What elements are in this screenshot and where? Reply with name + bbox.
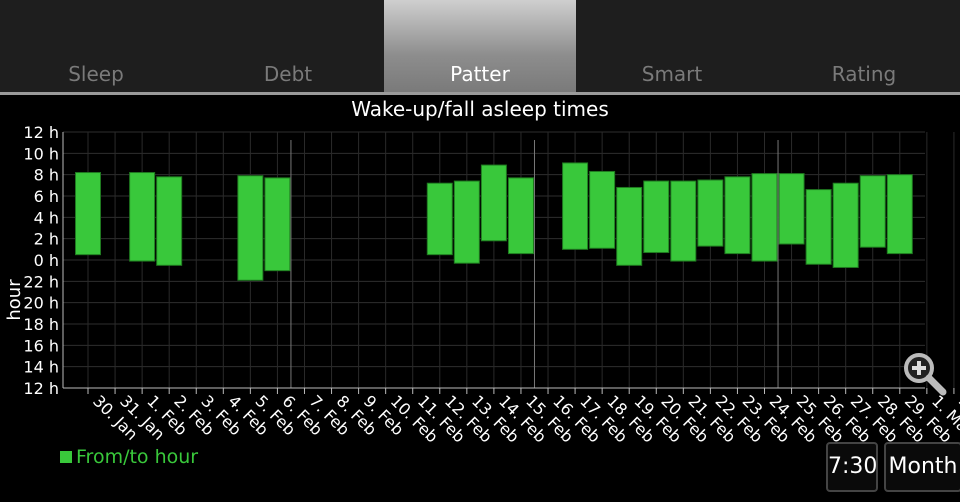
chart-legend: From/to hour xyxy=(60,446,198,468)
bar xyxy=(643,180,670,254)
zoom-in-icon[interactable] xyxy=(900,350,948,396)
legend-swatch xyxy=(60,451,72,463)
y-tick-label: 22 h xyxy=(23,272,59,291)
y-tick-label: 8 h xyxy=(34,166,59,185)
bar xyxy=(589,170,616,249)
bar xyxy=(75,172,101,256)
bar xyxy=(507,177,534,255)
bar xyxy=(616,186,643,266)
y-tick-label: 18 h xyxy=(23,315,59,334)
bar xyxy=(670,180,697,262)
bar xyxy=(832,182,859,268)
bar xyxy=(453,180,480,264)
bar xyxy=(237,175,264,281)
y-tick-label: 12 h xyxy=(23,123,59,142)
sleep-pattern-chart[interactable]: 12 h 10 h 8 h 6 h 4 h 2 h 0 h 22 h 20 h 18 h 16 h 1… xyxy=(0,0,960,502)
bar xyxy=(751,173,778,262)
period-button[interactable]: Month xyxy=(884,442,960,492)
bar xyxy=(886,174,913,255)
bar xyxy=(562,162,589,250)
y-tick-label: 14 h xyxy=(23,358,59,377)
y-tick-label: 16 h xyxy=(23,336,59,355)
y-tick-label: 0 h xyxy=(34,251,59,270)
y-tick-label: 20 h xyxy=(23,294,59,313)
y-tick-label: 4 h xyxy=(34,208,59,227)
bar xyxy=(480,164,507,242)
time-button[interactable]: 7:30 xyxy=(826,442,878,492)
bar xyxy=(859,175,886,248)
y-axis-label: hour xyxy=(4,279,25,321)
y-tick-label: 12 h xyxy=(23,379,59,398)
bar xyxy=(426,182,453,256)
bar xyxy=(156,176,183,266)
y-tick-label: 6 h xyxy=(34,187,59,206)
bar xyxy=(778,173,805,245)
legend-label: From/to hour xyxy=(76,446,199,468)
bar xyxy=(129,172,156,262)
bar xyxy=(264,177,291,272)
bar xyxy=(805,189,832,265)
bar xyxy=(697,179,724,247)
bar xyxy=(724,176,751,255)
y-tick-label: 10 h xyxy=(23,144,59,163)
y-tick-label: 2 h xyxy=(34,230,59,249)
